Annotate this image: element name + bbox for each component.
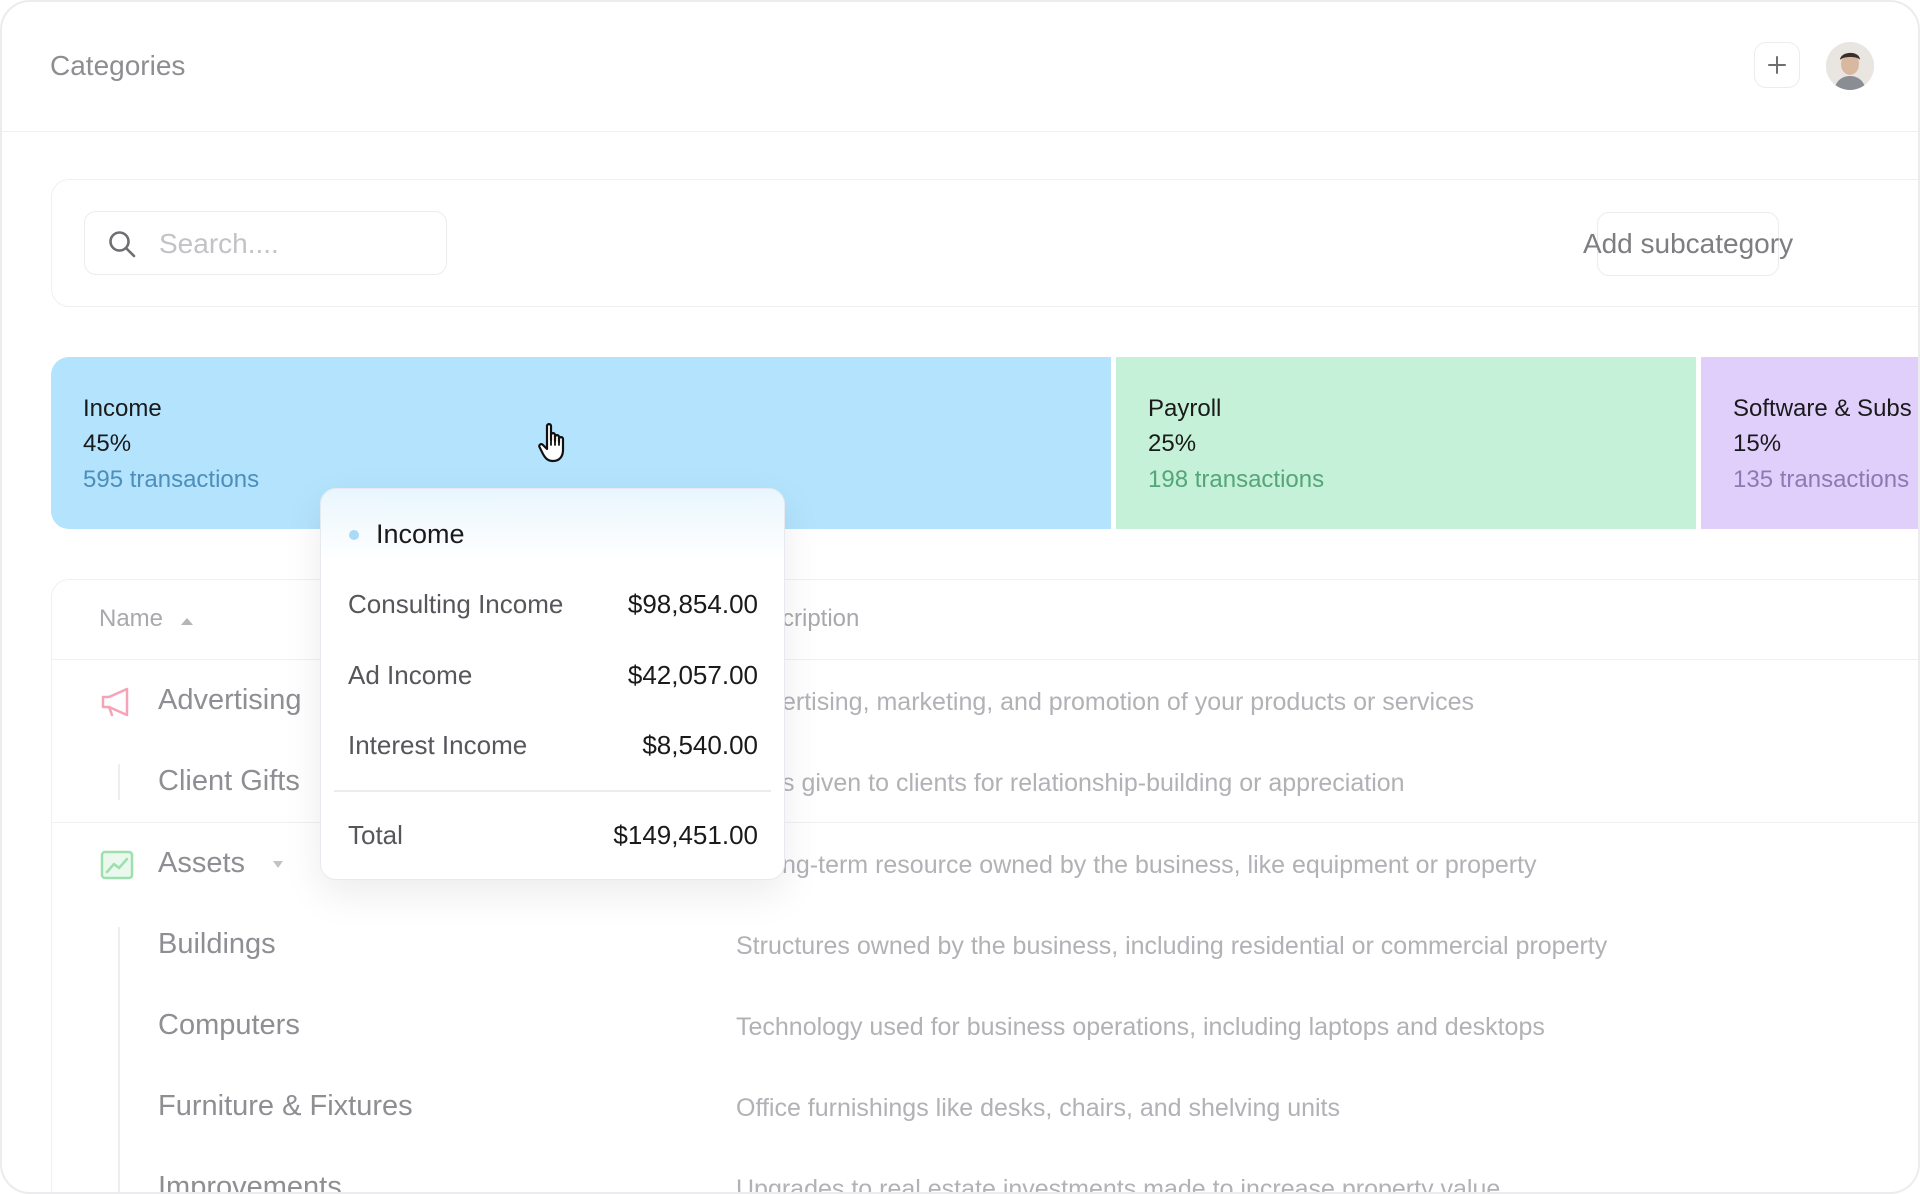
add-button[interactable] [1754,42,1800,88]
search-box[interactable] [84,211,447,275]
megaphone-icon [101,687,129,717]
column-header-name[interactable]: Name [99,605,194,633]
category-bar-software[interactable]: Software & Subs 15% 135 transactions [1701,357,1918,529]
tooltip-row-label: Ad Income [348,660,473,690]
tooltip-row-value: $42,057.00 [627,660,758,690]
chart-line-icon [100,850,134,880]
category-transactions: 135 transactions [1733,466,1910,493]
row-name-computers[interactable]: Computers [158,1009,300,1042]
row-description: Structures owned by the business, includ… [736,932,1608,960]
tree-line [118,927,120,1192]
search-icon [109,231,136,258]
category-name: Income [83,395,162,422]
row-description: ng-term resource owned by the business, … [782,851,1537,879]
tooltip-total-label: Total [348,820,403,850]
category-name: Software & Subs [1733,395,1912,422]
row-description: ertising, marketing, and promotion of yo… [782,688,1474,716]
page-title: Categories [50,50,186,81]
tooltip-row: Interest Income $8,540.00 [348,730,758,766]
add-subcategory-button[interactable]: Add subcategory [1583,212,1793,276]
income-color-dot [349,530,359,540]
row-description: Upgrades to real estate investments made… [736,1175,1501,1194]
tooltip-row-label: Interest Income [348,730,528,760]
row-name-assets[interactable]: Assets [158,847,245,880]
app-window: Categories Add subcategory Income [0,0,1920,1194]
tooltip-row-label: Consulting Income [348,589,564,619]
tooltip-total-value: $149,451.00 [613,820,758,850]
row-description: s given to clients for relationship-buil… [782,769,1405,797]
avatar[interactable] [1826,42,1874,90]
category-percent: 25% [1148,430,1197,457]
category-bar-payroll[interactable]: Payroll 25% 198 transactions [1116,357,1696,529]
user-avatar-icon [1826,42,1874,90]
category-percent: 45% [83,430,132,457]
sort-up-icon [180,618,193,625]
category-percent: 15% [1733,430,1782,457]
row-name-advertising[interactable]: Advertising [158,684,301,717]
row-name-buildings[interactable]: Buildings [158,928,276,961]
search-input[interactable] [157,224,431,264]
row-description: Office furnishings like desks, chairs, a… [736,1094,1341,1122]
category-transactions: 198 transactions [1148,466,1325,493]
row-name-improvements[interactable]: Improvements [158,1171,342,1192]
tooltip-row-value: $98,854.00 [627,589,758,619]
caret-down-icon[interactable] [272,860,284,870]
tree-line [118,764,120,800]
income-tooltip: Income Consulting Income $98,854.00 Ad I… [320,488,785,880]
hand-pointer-icon [538,423,565,463]
tooltip-title: Income [376,519,465,549]
row-description: Technology used for business operations,… [736,1013,1545,1041]
category-name: Payroll [1148,395,1222,422]
row-name-client-gifts[interactable]: Client Gifts [158,765,300,798]
tooltip-divider [334,790,771,792]
plus-icon [1768,56,1786,74]
tooltip-total-row: Total $149,451.00 [348,820,758,856]
tooltip-row: Consulting Income $98,854.00 [348,589,758,625]
column-header-description[interactable]: cription [782,605,859,633]
column-name-label: Name [99,605,164,632]
row-name-furniture-fixtures[interactable]: Furniture & Fixtures [158,1090,413,1123]
tooltip-row-value: $8,540.00 [642,730,758,760]
header: Categories [2,2,1918,132]
search-toolbar: Add subcategory [51,179,1918,307]
tooltip-row: Ad Income $42,057.00 [348,660,758,696]
